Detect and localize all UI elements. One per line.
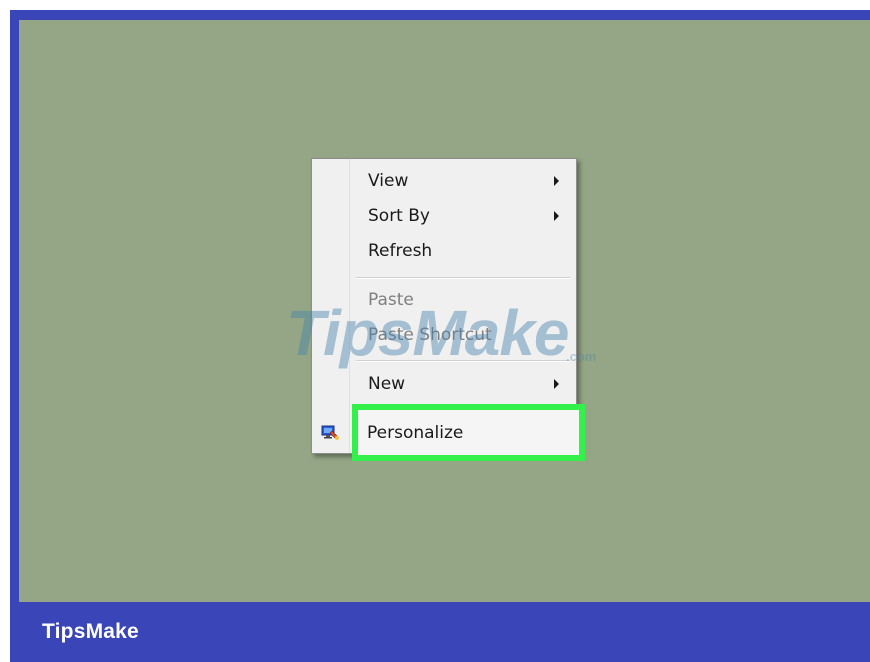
menu-item-paste-shortcut[interactable]: Paste Shortcut [314,320,574,350]
menu-item-personalize[interactable]: Personalize [352,404,585,461]
menu-separator [356,360,570,362]
menu-item-label: Personalize [367,423,464,443]
menu-item-label: Paste Shortcut [368,325,492,345]
menu-item-paste[interactable]: Paste [314,285,574,315]
menu-item-new[interactable]: New [314,369,574,399]
submenu-arrow-icon [554,379,559,389]
menu-item-view[interactable]: View [314,166,574,196]
menu-item-label: View [368,171,409,191]
menu-item-label: Refresh [368,241,433,261]
menu-separator [356,277,570,279]
footer-brand: TipsMake [42,620,139,643]
submenu-arrow-icon [554,211,559,221]
menu-item-label: New [368,374,406,394]
menu-item-refresh[interactable]: Refresh [314,236,574,266]
menu-item-sort-by[interactable]: Sort By [314,201,574,231]
menu-item-label: Paste [368,290,414,310]
menu-item-label: Sort By [368,206,430,226]
footer-bar: TipsMake [10,606,870,662]
submenu-arrow-icon [554,176,559,186]
screenshot-frame: View Sort By Refresh Paste Paste Shortcu… [0,0,870,662]
personalize-icon [321,425,339,440]
